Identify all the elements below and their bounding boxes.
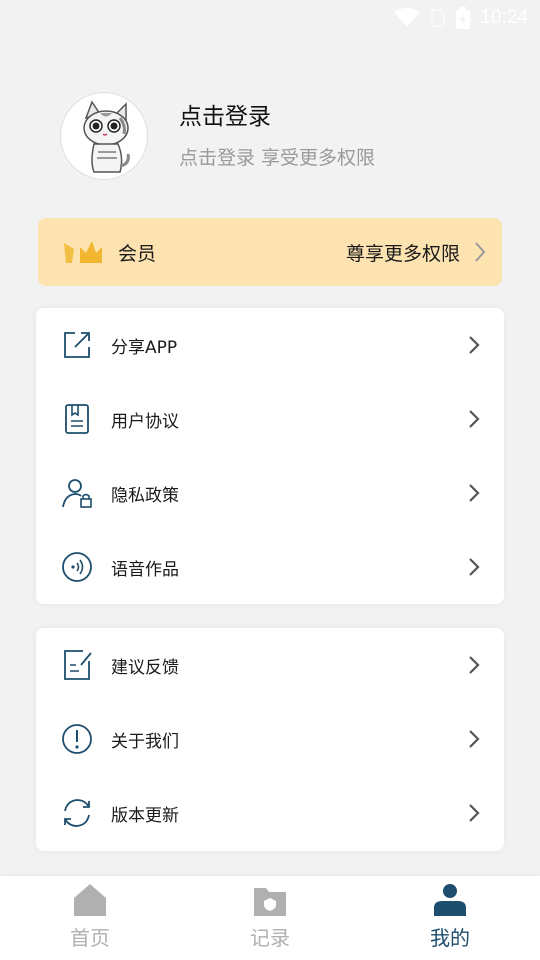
chevron-right-icon (469, 410, 480, 428)
status-bar: 10:24 (0, 0, 540, 36)
menu-card-secondary: 建议反馈 关于我们 版本更新 (36, 628, 504, 851)
tab-home[interactable]: 首页 (0, 876, 180, 960)
user-lock-icon (60, 476, 94, 510)
document-icon (60, 402, 94, 436)
menu-item-version-update[interactable]: 版本更新 (36, 776, 504, 850)
refresh-icon (60, 796, 94, 830)
tab-records[interactable]: 记录 (180, 876, 360, 960)
share-icon (60, 328, 94, 362)
login-subtitle: 点击登录 享受更多权限 (179, 146, 376, 169)
menu-item-label: 关于我们 (111, 731, 179, 752)
menu-card-primary: 分享APP 用户协议 隐私政策 语音作品 (36, 308, 504, 604)
login-title[interactable]: 点击登录 (179, 102, 375, 132)
crown-icon (64, 241, 102, 263)
chevron-right-icon (469, 336, 480, 354)
vip-banner[interactable]: 会员 尊享更多权限 (38, 218, 502, 286)
battery-icon (456, 7, 471, 29)
tab-label: 记录 (250, 926, 290, 950)
menu-item-label: 分享APP (111, 337, 178, 358)
menu-item-label: 隐私政策 (111, 485, 179, 506)
info-exclamation-icon (60, 722, 94, 756)
menu-item-feedback[interactable]: 建议反馈 (36, 628, 504, 702)
person-icon (434, 884, 466, 916)
menu-item-privacy-policy[interactable]: 隐私政策 (36, 456, 504, 530)
menu-item-user-agreement[interactable]: 用户协议 (36, 382, 504, 456)
chevron-right-icon (469, 558, 480, 576)
vip-label: 会员 (118, 242, 157, 265)
chevron-right-icon (469, 804, 480, 822)
audio-wave-icon (60, 550, 94, 584)
status-time: 10:24 (480, 7, 528, 28)
menu-item-label: 建议反馈 (111, 657, 179, 678)
menu-item-about-us[interactable]: 关于我们 (36, 702, 504, 776)
cat-avatar-icon (83, 100, 130, 173)
no-sim-icon (431, 9, 446, 27)
vip-promo-text: 尊享更多权限 (345, 242, 460, 265)
tab-mine[interactable]: 我的 (360, 876, 540, 960)
menu-item-voice-works[interactable]: 语音作品 (36, 530, 504, 604)
folder-icon (254, 888, 286, 916)
wifi-icon (394, 8, 421, 27)
menu-item-label: 版本更新 (111, 805, 179, 826)
home-icon (74, 884, 106, 916)
tab-label: 我的 (430, 926, 470, 950)
chevron-right-icon (469, 730, 480, 748)
menu-item-label: 语音作品 (111, 559, 179, 580)
avatar[interactable] (60, 92, 148, 180)
chevron-right-icon (475, 242, 486, 262)
tab-label: 首页 (70, 926, 110, 950)
chevron-right-icon (469, 656, 480, 674)
feedback-edit-icon (60, 648, 94, 682)
menu-item-label: 用户协议 (111, 411, 179, 432)
bottom-tab-bar: 首页 记录 我的 (0, 876, 540, 960)
menu-item-share-app[interactable]: 分享APP (36, 308, 504, 382)
profile-header[interactable]: 点击登录 点击登录 享受更多权限 (60, 92, 375, 180)
chevron-right-icon (469, 484, 480, 502)
